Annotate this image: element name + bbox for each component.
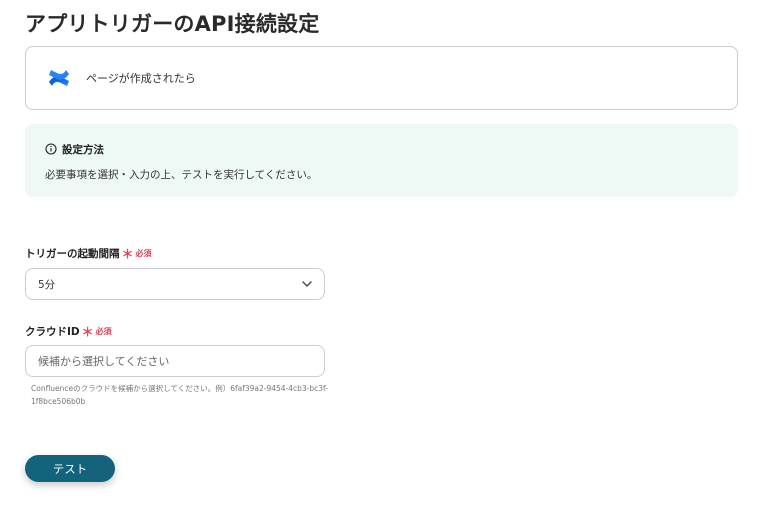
- cloud-id-hint: Confluenceのクラウドを候補から選択してください。例）6faf39a2-…: [31, 384, 328, 406]
- page-title: アプリトリガーのAPI接続設定: [25, 12, 320, 36]
- cloud-id-label-text: クラウドID: [25, 326, 80, 338]
- required-badge: 必須: [95, 327, 112, 336]
- info-title: 設定方法: [62, 144, 104, 156]
- cloud-id-label: クラウドID ＊ 必須: [25, 324, 112, 339]
- interval-label: トリガーの起動間隔 ＊ 必須: [25, 246, 152, 261]
- required-asterisk: ＊: [81, 324, 94, 339]
- trigger-label: ページが作成されたら: [86, 72, 196, 85]
- info-icon: [45, 140, 57, 159]
- info-box: 設定方法 必要事項を選択・入力の上、テストを実行してください。: [25, 124, 738, 197]
- required-badge: 必須: [135, 249, 152, 258]
- trigger-card: ページが作成されたら: [25, 46, 738, 110]
- interval-select[interactable]: 5分: [25, 268, 325, 300]
- interval-label-text: トリガーの起動間隔: [25, 248, 120, 260]
- confluence-logo-icon: [46, 65, 72, 91]
- chevron-down-icon: [302, 278, 312, 290]
- test-button[interactable]: テスト: [25, 455, 115, 482]
- info-description: 必要事項を選択・入力の上、テストを実行してください。: [45, 169, 318, 181]
- cloud-id-input[interactable]: [25, 345, 325, 377]
- required-asterisk: ＊: [121, 246, 134, 261]
- info-header: 設定方法: [45, 140, 718, 159]
- interval-selected-value: 5分: [38, 278, 56, 291]
